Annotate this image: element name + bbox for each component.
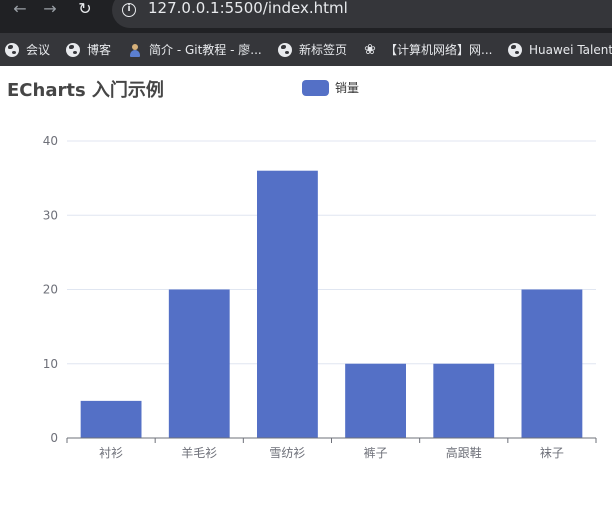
bar (345, 363, 407, 438)
bar-chart: 0 10 20 30 40 衬衫 羊毛衫 雪纺衫 裤子 高跟鞋 袜子 (43, 134, 597, 460)
bar (80, 400, 142, 438)
y-tick-label: 40 (43, 134, 58, 148)
x-tick-label: 裤子 (364, 446, 388, 460)
bar (433, 363, 495, 438)
y-tick-label: 30 (43, 208, 58, 222)
y-tick-label: 0 (50, 431, 58, 445)
y-tick-label: 10 (43, 357, 58, 371)
x-tick-label: 高跟鞋 (446, 445, 482, 460)
x-tick-label: 雪纺衫 (269, 446, 305, 460)
x-tick-label: 羊毛衫 (181, 445, 217, 460)
x-tick-label: 衬衫 (99, 446, 123, 460)
y-tick-label: 20 (43, 283, 58, 297)
x-tick-label: 袜子 (540, 446, 564, 460)
bar (168, 289, 230, 438)
bar (521, 289, 583, 438)
bar (256, 170, 318, 438)
